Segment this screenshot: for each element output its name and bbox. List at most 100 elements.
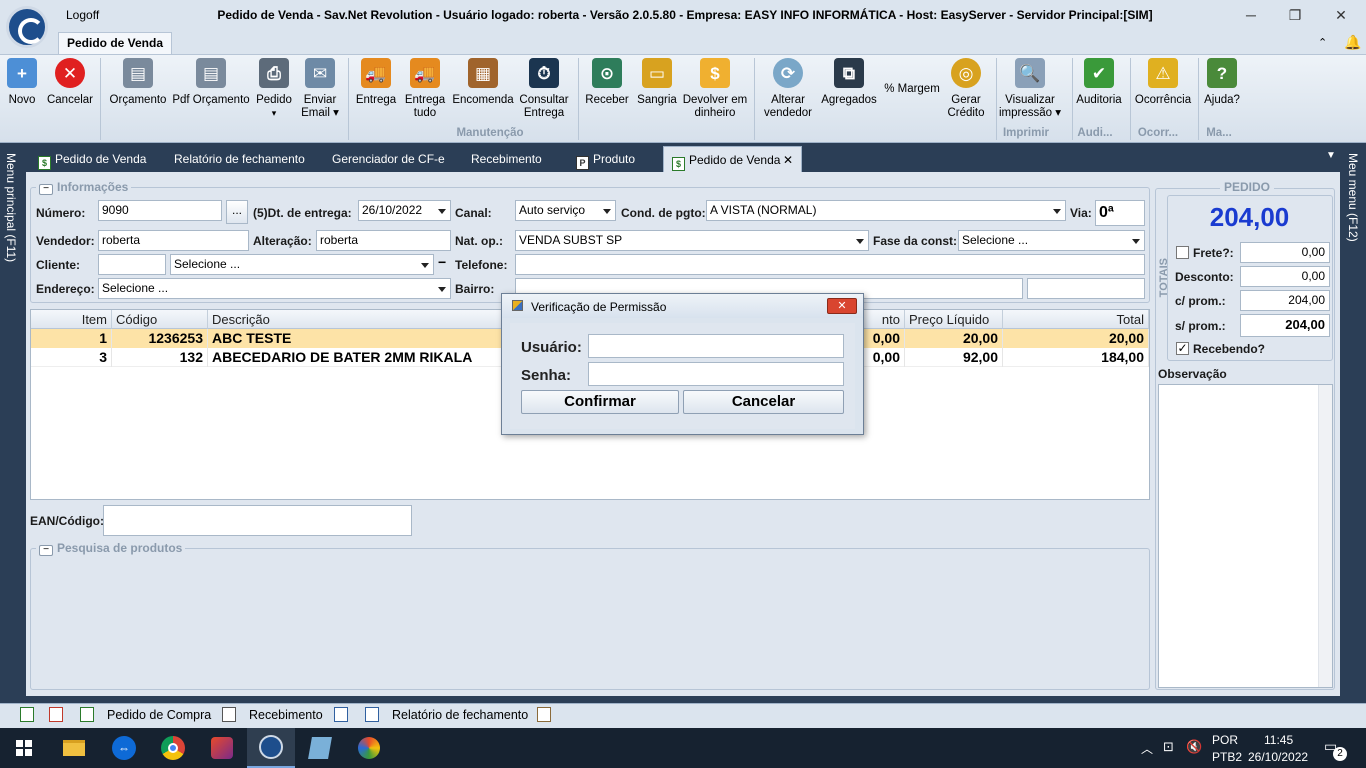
minimize-button[interactable]: ─ bbox=[1228, 4, 1274, 26]
tab-relatorio-fechamento[interactable]: Relatório de fechamento bbox=[166, 146, 316, 172]
cliente-select[interactable]: Selecione ... bbox=[170, 254, 434, 275]
teamviewer-icon[interactable]: ⇔ bbox=[100, 728, 148, 768]
alteracao-input[interactable]: roberta bbox=[316, 230, 451, 251]
canal-select[interactable]: Auto serviço bbox=[515, 200, 616, 221]
tab-list-icon[interactable]: ▼ bbox=[1326, 150, 1336, 161]
clear-cliente-button[interactable]: − bbox=[438, 254, 446, 270]
devolver-dinheiro-button[interactable]: $ Devolver em dinheiro bbox=[682, 58, 748, 120]
scrollbar[interactable] bbox=[1318, 385, 1332, 687]
report-shortcut-icon[interactable] bbox=[334, 707, 348, 722]
spreadsheet-shortcut-icon[interactable] bbox=[80, 707, 94, 722]
column-header-desconto[interactable]: nto bbox=[863, 310, 905, 329]
margem-button[interactable]: % Margem bbox=[882, 83, 942, 96]
clock-date[interactable]: 26/10/2022 bbox=[1248, 750, 1308, 764]
notes-app-icon[interactable] bbox=[296, 728, 344, 768]
network-icon[interactable]: ⊡ bbox=[1163, 739, 1174, 755]
column-header-item[interactable]: Item bbox=[31, 310, 112, 329]
agregados-button[interactable]: ⧉ Agregados bbox=[818, 58, 880, 107]
sangria-button[interactable]: ▭ Sangria bbox=[634, 58, 680, 107]
clock-time[interactable]: 11:45 bbox=[1264, 733, 1293, 747]
entrega-button[interactable]: 🚚 Entrega bbox=[354, 58, 398, 107]
cond-pgto-select[interactable]: A VISTA (NORMAL) bbox=[706, 200, 1066, 221]
confirmar-button[interactable]: Confirmar bbox=[521, 390, 679, 414]
gerar-credito-button[interactable]: ◎ Gerar Crédito bbox=[944, 58, 988, 120]
relatorio-fechamento-shortcut[interactable]: Relatório de fechamento bbox=[392, 707, 528, 723]
nat-op-select[interactable]: VENDA SUBST SP bbox=[515, 230, 869, 251]
pdf-orcamento-button[interactable]: ▤ Pdf Orçamento bbox=[172, 58, 250, 107]
logoff-link[interactable]: Logoff bbox=[66, 8, 99, 22]
usuario-input[interactable] bbox=[588, 334, 844, 358]
frete-checkbox[interactable] bbox=[1176, 246, 1189, 259]
tab-gerenciador-cfe[interactable]: Gerenciador de CF-e bbox=[324, 146, 464, 172]
ean-input[interactable] bbox=[103, 505, 412, 536]
auditoria-button[interactable]: ✔ Auditoria bbox=[1074, 58, 1124, 107]
cliente-code-input[interactable] bbox=[98, 254, 166, 275]
app-tool-icon[interactable] bbox=[198, 728, 246, 768]
pedido-venda-shortcut-icon[interactable] bbox=[20, 707, 34, 722]
restore-button[interactable]: ❐ bbox=[1272, 4, 1318, 26]
bell-icon[interactable]: 🔔 bbox=[1344, 34, 1361, 51]
column-header-preco-liquido[interactable]: Preço Líquido bbox=[905, 310, 1003, 329]
chrome-icon[interactable] bbox=[149, 728, 197, 768]
column-header-total[interactable]: Total bbox=[1003, 310, 1149, 329]
dialog-close-button[interactable]: ✕ bbox=[827, 298, 857, 314]
ajuda-button[interactable]: ? Ajuda? bbox=[1202, 58, 1242, 107]
close-button[interactable]: ✕ bbox=[1318, 4, 1364, 26]
tab-pedido-de-venda-active[interactable]: $ Pedido de Venda ✕ bbox=[663, 146, 802, 172]
numero-search-button[interactable]: ... bbox=[226, 200, 248, 224]
endereco-select[interactable]: Selecione ... bbox=[98, 278, 451, 299]
user-shortcut-icon[interactable] bbox=[537, 707, 551, 722]
senha-input[interactable] bbox=[588, 362, 844, 386]
collapse-ribbon-icon[interactable]: ⌃ bbox=[1318, 36, 1327, 49]
visualizar-impressao-button[interactable]: 🔍 Visualizar impressão ▾ bbox=[998, 58, 1062, 120]
numero-label: Número: bbox=[36, 206, 86, 220]
ocorrencia-button[interactable]: ⚠ Ocorrência bbox=[1134, 58, 1192, 107]
novo-button[interactable]: + Novo bbox=[4, 58, 40, 107]
pedido-button[interactable]: ⎙ Pedido ▾ bbox=[254, 58, 294, 120]
close-tab-icon[interactable]: ✕ bbox=[783, 147, 793, 173]
show-hidden-icons[interactable]: ︿ bbox=[1141, 740, 1153, 757]
collapse-icon[interactable]: − bbox=[39, 545, 53, 556]
app-logo-icon[interactable] bbox=[6, 6, 48, 48]
encomenda-button[interactable]: ▦ Encomenda bbox=[452, 58, 514, 107]
collapse-icon[interactable]: − bbox=[39, 184, 53, 195]
vendedor-input[interactable]: roberta bbox=[98, 230, 249, 251]
dialog-cancelar-button[interactable]: Cancelar bbox=[683, 390, 844, 414]
telefone-input[interactable] bbox=[515, 254, 1145, 275]
alterar-vendedor-button[interactable]: ⟳ Alterar vendedor bbox=[760, 58, 816, 120]
tab-pedido-de-venda[interactable]: $ Pedido de Venda bbox=[30, 146, 166, 172]
tab-recebimento[interactable]: Recebimento bbox=[463, 146, 563, 172]
file-explorer-icon[interactable] bbox=[50, 728, 98, 768]
numero-input[interactable]: 9090 bbox=[98, 200, 222, 221]
via-input[interactable]: 0ª bbox=[1095, 200, 1145, 226]
receber-button[interactable]: ⊙ Receber bbox=[584, 58, 630, 107]
paint-app-icon[interactable] bbox=[345, 728, 393, 768]
main-menu-sidebar[interactable]: Menu principal (F11) bbox=[0, 143, 26, 703]
calculator-shortcut-icon[interactable] bbox=[49, 707, 63, 722]
recebimento-shortcut-icon[interactable] bbox=[222, 707, 236, 722]
savnet-taskbar-icon[interactable] bbox=[247, 728, 295, 768]
column-header-codigo[interactable]: Código bbox=[112, 310, 208, 329]
windows-start-icon[interactable] bbox=[0, 728, 48, 768]
desconto-input[interactable]: 0,00 bbox=[1240, 266, 1330, 287]
entrega-tudo-button[interactable]: 🚚 Entrega tudo bbox=[402, 58, 448, 120]
cancelar-button[interactable]: ✕ Cancelar bbox=[46, 58, 94, 107]
recebimento-shortcut[interactable]: Recebimento bbox=[249, 707, 323, 723]
fase-const-select[interactable]: Selecione ... bbox=[958, 230, 1145, 251]
tab-produto[interactable]: P Produto bbox=[568, 146, 658, 172]
enviar-email-button[interactable]: ✉ Enviar Email ▾ bbox=[298, 58, 342, 120]
pedido-compra-shortcut[interactable]: Pedido de Compra bbox=[107, 707, 211, 723]
frete-input[interactable]: 0,00 bbox=[1240, 242, 1330, 263]
bairro-extra-input[interactable] bbox=[1027, 278, 1145, 299]
language-code[interactable]: POR bbox=[1212, 733, 1238, 747]
consultar-entrega-button[interactable]: ⏱ Consultar Entrega bbox=[516, 58, 572, 120]
product-shortcut-icon[interactable] bbox=[365, 707, 379, 722]
dt-entrega-picker[interactable]: 26/10/2022 bbox=[358, 200, 451, 221]
volume-muted-icon[interactable]: 🔇 bbox=[1186, 739, 1202, 755]
orcamento-button[interactable]: ▤ Orçamento bbox=[108, 58, 168, 107]
observacao-textarea[interactable] bbox=[1158, 384, 1333, 688]
ribbon-tab-pedido-de-venda[interactable]: Pedido de Venda bbox=[58, 32, 172, 54]
my-menu-sidebar[interactable]: Meu menu (F12) bbox=[1340, 143, 1366, 703]
keyboard-layout[interactable]: PTB2 bbox=[1212, 750, 1242, 764]
recebendo-checkbox[interactable]: ✓ bbox=[1176, 342, 1189, 355]
